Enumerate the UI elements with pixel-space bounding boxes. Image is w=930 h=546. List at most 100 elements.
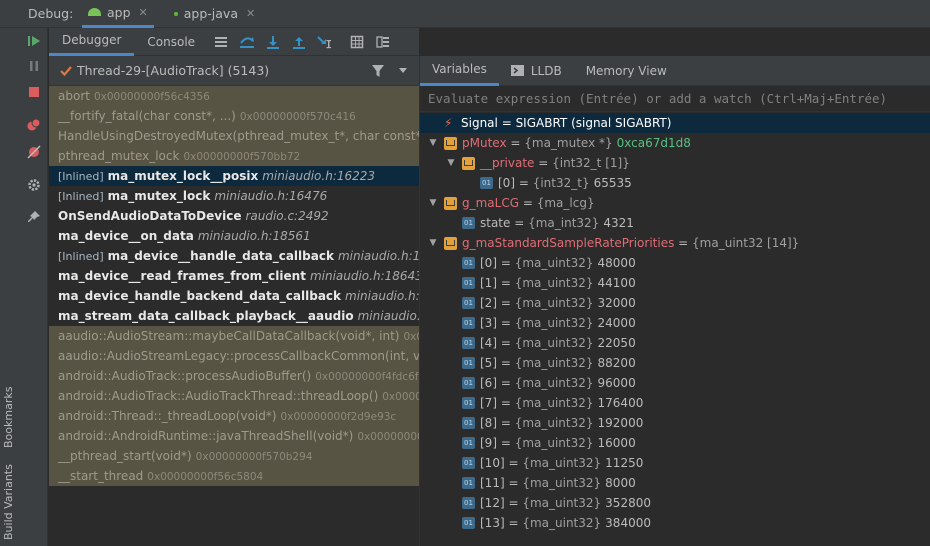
thread-select[interactable]: Thread-29-[AudioTrack] (5143) [77, 63, 269, 78]
variable-type: {ma_mutex *} [524, 136, 613, 150]
stack-frame-row[interactable]: ma_device_handle_backend_data_callback mi… [49, 286, 419, 306]
variable-row[interactable]: 01 [12] = {ma_uint32} 352800 [420, 493, 930, 513]
variable-row[interactable]: 01 [13] = {ma_uint32} 384000 [420, 513, 930, 533]
variable-row[interactable]: 01 [0] = {int32_t} 65535 [420, 173, 930, 193]
variable-row[interactable]: 01 state = {ma_int32} 4321 [420, 213, 930, 233]
equals-separator: = [504, 516, 523, 530]
variable-row[interactable]: ▼ __private = {int32_t [1]} [420, 153, 930, 173]
stack-frame-row[interactable]: ma_stream_data_callback_playback__aaudio… [49, 306, 419, 326]
equals-separator: = [497, 416, 515, 430]
chevron-down-icon[interactable]: ▼ [428, 133, 438, 153]
chevron-down-icon[interactable]: ▼ [428, 233, 438, 253]
frame-address: 0x00 [403, 331, 419, 343]
tab-variables[interactable]: Variables [420, 56, 499, 86]
close-icon[interactable]: ✕ [246, 7, 255, 20]
inlined-tag: [Inlined] [58, 250, 104, 263]
variable-name: [1] [480, 276, 497, 290]
frame-location: miniaudio.h:18643 [309, 269, 419, 283]
tab-console[interactable]: Console [134, 28, 208, 56]
stack-frame-row[interactable]: android::Thread::_threadLoop(void*) 0x000… [49, 406, 419, 426]
layout-icon[interactable] [370, 28, 396, 56]
close-icon[interactable]: ✕ [139, 6, 148, 19]
chevron-down-icon[interactable]: ▼ [446, 153, 456, 173]
stack-frame-row[interactable]: android::AudioTrack::AudioTrackThread::t… [49, 386, 419, 406]
step-out-icon[interactable] [286, 28, 312, 56]
stack-frame-row[interactable]: aaudio::AudioStream::maybeCallDataCallba… [49, 326, 419, 346]
stack-frame-row[interactable]: ma_device__on_data miniaudio.h:18561 [49, 226, 419, 246]
menu-icon[interactable] [208, 28, 234, 56]
step-over-icon[interactable] [234, 28, 260, 56]
tab-lldb[interactable]: LLDB [499, 56, 574, 86]
variable-row[interactable]: 01 [11] = {ma_uint32} 8000 [420, 473, 930, 493]
stack-frame-row[interactable]: __pthread_start(void*) 0x00000000f570b294 [49, 446, 419, 466]
equals-separator: = [504, 496, 523, 510]
variable-value: 384000 [605, 516, 651, 530]
variable-value: 11250 [605, 456, 644, 470]
variable-type: {ma_uint32} [522, 516, 602, 530]
primitive-icon: 01 [462, 257, 475, 269]
primitive-icon: 01 [462, 397, 475, 409]
frame-address: 0x00000000f570c416 [239, 111, 356, 123]
frame-function: ma_device__on_data [58, 229, 194, 243]
mute-breakpoints-icon[interactable] [27, 145, 41, 159]
stack-frame-row[interactable]: android::AndroidRuntime::javaThreadShell… [49, 426, 419, 446]
variable-row[interactable]: 01 [8] = {ma_uint32} 192000 [420, 413, 930, 433]
debug-label: Debug: [28, 6, 74, 21]
chevron-down-icon[interactable]: ▼ [428, 193, 438, 213]
stack-frame-row[interactable]: [Inlined] ma_device__handle_data_callback… [49, 246, 419, 266]
frame-location: miniaudio.h:18561 [197, 229, 311, 243]
build-variants-tab[interactable]: Build Variants [2, 464, 15, 540]
variable-row[interactable]: ▼ pMutex = {ma_mutex *} 0xca67d1d8 [420, 133, 930, 153]
pin-icon[interactable] [27, 210, 41, 224]
stack-frame-row[interactable]: [Inlined] ma_mutex_lock__posix miniaudio.h… [49, 166, 419, 186]
primitive-icon: 01 [462, 357, 475, 369]
variable-row[interactable]: 01 [5] = {ma_uint32} 88200 [420, 353, 930, 373]
stack-frame-row[interactable]: OnSendAudioDataToDevice raudio.c:2492 [49, 206, 419, 226]
tab-debugger[interactable]: Debugger [49, 27, 135, 56]
variable-value: 8000 [605, 476, 636, 490]
variable-row[interactable]: 01 [9] = {ma_uint32} 16000 [420, 433, 930, 453]
variable-row[interactable]: 01 [10] = {ma_uint32} 11250 [420, 453, 930, 473]
equals-separator: = [506, 136, 525, 150]
evaluate-expression-input[interactable] [420, 86, 930, 111]
run-tab-app[interactable]: app ✕ [82, 0, 154, 28]
tab-memory-view[interactable]: Memory View [574, 56, 679, 86]
stack-frame-row[interactable]: pthread_mutex_lock 0x00000000f570bb72 [49, 146, 419, 166]
variable-row[interactable]: ▼ g_maLCG = {ma_lcg} [420, 193, 930, 213]
step-into-icon[interactable] [260, 28, 286, 56]
variable-value: SIGABRT (signal SIGABRT) [515, 116, 672, 130]
settings-gear-icon[interactable] [27, 178, 41, 192]
stack-frame-row[interactable]: aaudio::AudioStreamLegacy::processCallba… [49, 346, 419, 366]
variable-row[interactable]: 01 [4] = {ma_uint32} 22050 [420, 333, 930, 353]
frame-address: 0x000000 [382, 391, 419, 403]
variable-row[interactable]: 01 [1] = {ma_uint32} 44100 [420, 273, 930, 293]
filter-icon[interactable] [371, 64, 385, 78]
stack-frame-row[interactable]: __start_thread 0x00000000f56c5804 [49, 466, 419, 486]
stack-frame-row[interactable]: HandleUsingDestroyedMutex(pthread_mutex_… [49, 126, 419, 146]
variable-row[interactable]: ▼ g_maStandardSampleRatePriorities = {ma_… [420, 233, 930, 253]
variable-row[interactable]: 01 [3] = {ma_uint32} 24000 [420, 313, 930, 333]
variable-row[interactable]: 01 [2] = {ma_uint32} 32000 [420, 293, 930, 313]
stack-frame-row[interactable]: abort 0x00000000f56c4356 [49, 86, 419, 106]
frame-function: ma_device__handle_data_callback [107, 249, 334, 263]
variable-row[interactable]: ⚡ Signal = SIGABRT (signal SIGABRT) [420, 113, 930, 133]
run-to-cursor-icon[interactable] [312, 28, 338, 56]
run-tab-app-java[interactable]: app-java ✕ [168, 0, 261, 28]
stack-frame-row[interactable]: android::AudioTrack::processAudioBuffer(… [49, 366, 419, 386]
evaluate-table-icon[interactable] [344, 28, 370, 56]
stack-frame-row[interactable]: [Inlined] ma_mutex_lock miniaudio.h:16476 [49, 186, 419, 206]
pause-icon[interactable] [27, 59, 41, 73]
variable-row[interactable]: 01 [6] = {ma_uint32} 96000 [420, 373, 930, 393]
variable-row[interactable]: 01 [0] = {ma_uint32} 48000 [420, 253, 930, 273]
stop-icon[interactable] [27, 85, 41, 99]
primitive-icon: 01 [462, 297, 475, 309]
variable-row[interactable]: 01 [7] = {ma_uint32} 176400 [420, 393, 930, 413]
variable-type: {int32_t} [532, 176, 590, 190]
bookmarks-tab[interactable]: Bookmarks [2, 387, 15, 448]
chevron-down-icon[interactable] [398, 67, 408, 75]
resume-icon[interactable] [27, 34, 41, 48]
view-breakpoints-icon[interactable] [27, 118, 41, 132]
variable-value: 192000 [597, 416, 644, 430]
stack-frame-row[interactable]: ma_device__read_frames_from_client miniau… [49, 266, 419, 286]
stack-frame-row[interactable]: __fortify_fatal(char const*, ...) 0x00000… [49, 106, 419, 126]
